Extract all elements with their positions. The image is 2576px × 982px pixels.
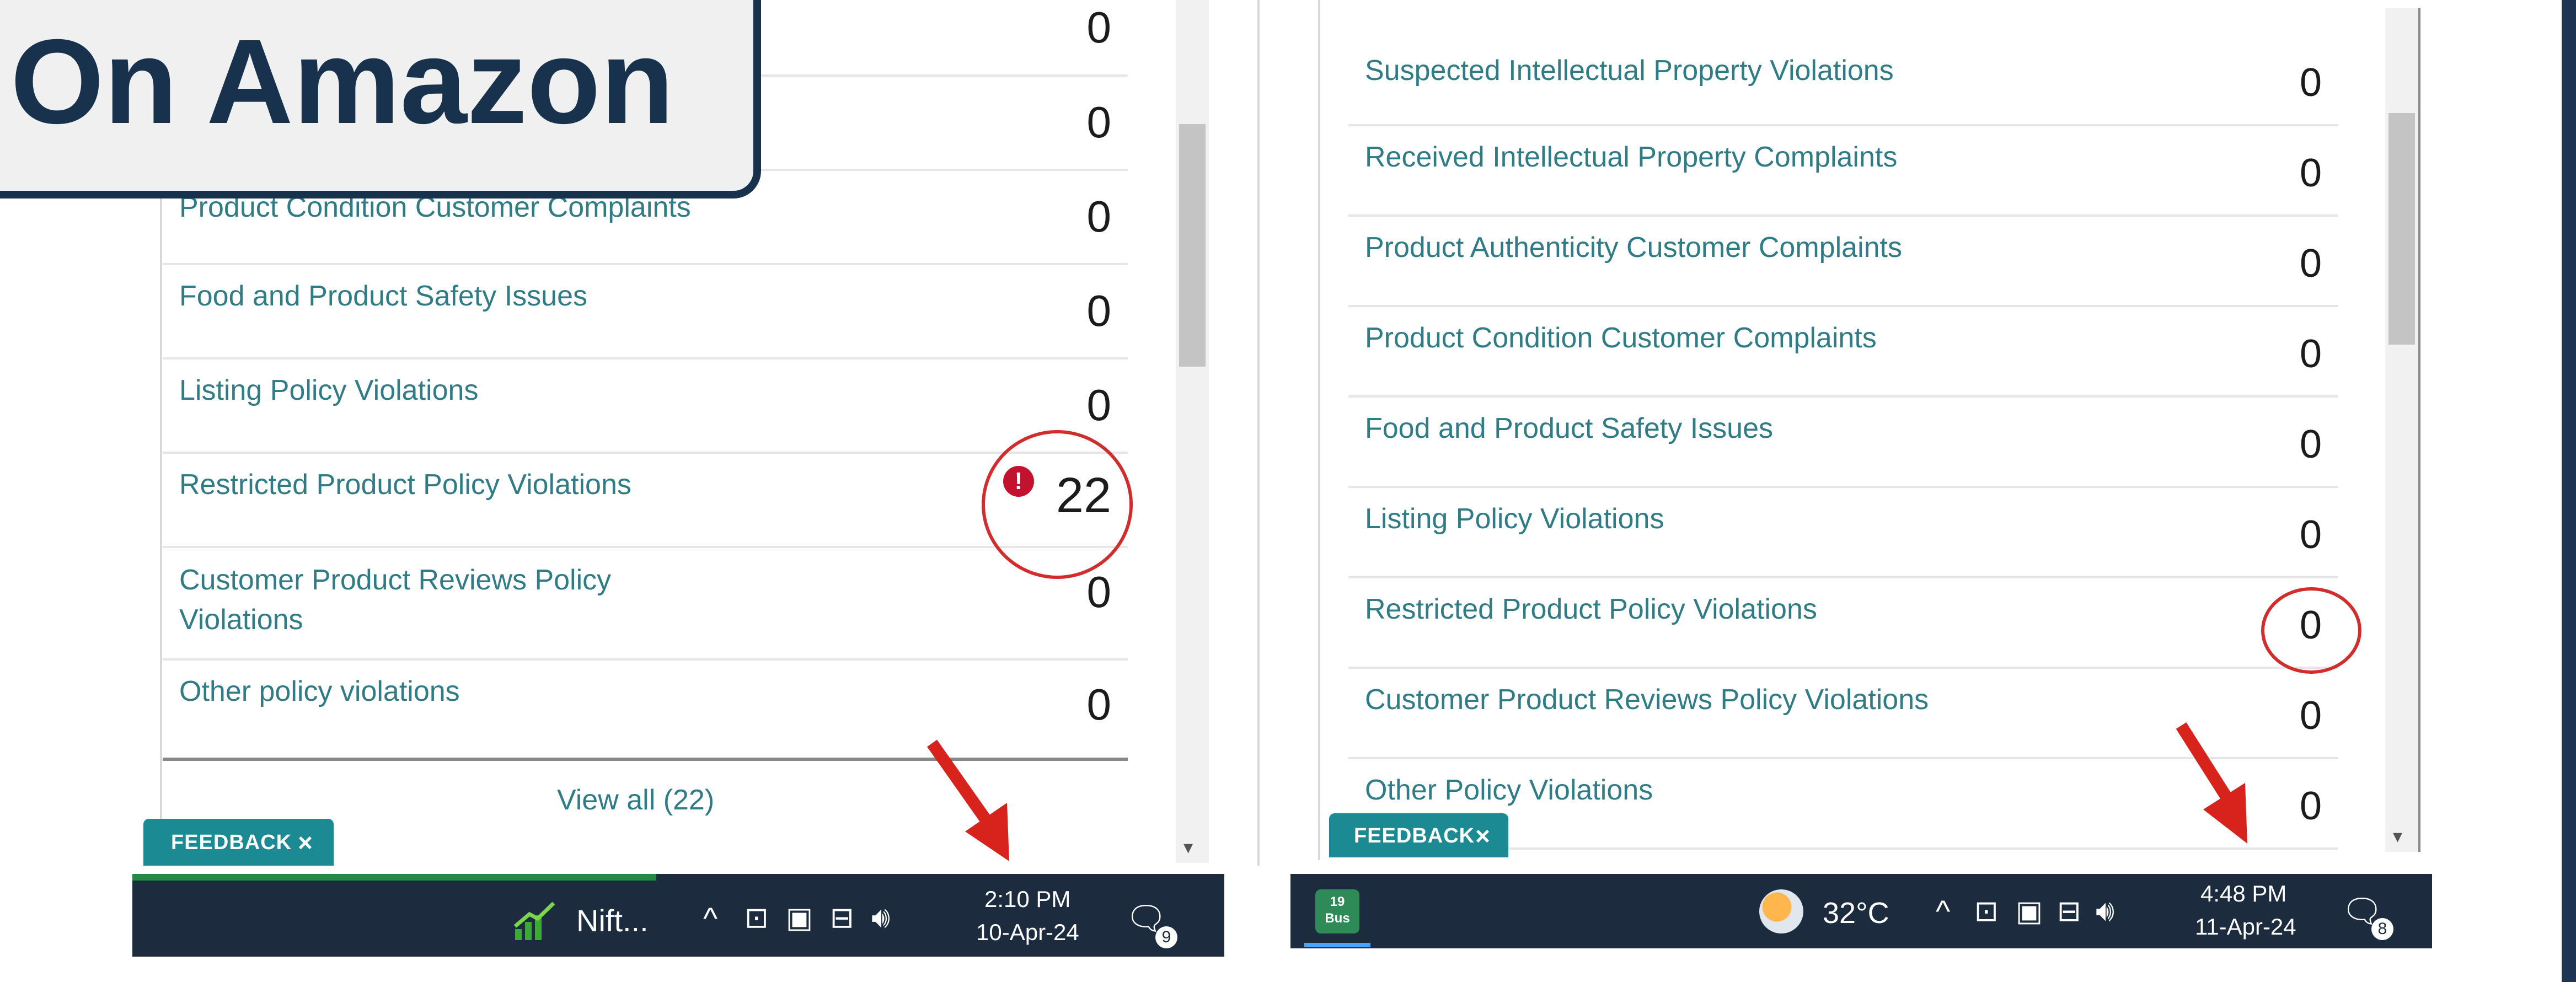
edge-accent-bar [2562, 0, 2576, 982]
row-count: 0 [1086, 680, 1112, 729]
meet-now-icon[interactable]: ⊡ [1974, 895, 1999, 928]
active-app-underline [1304, 943, 1370, 947]
row-count: 0 [1086, 380, 1112, 430]
row-label[interactable]: Food and Product Safety Issues [179, 276, 587, 316]
panel-border [1257, 0, 1260, 866]
scrollbar-thumb[interactable] [1179, 124, 1206, 367]
meet-now-icon[interactable]: ⊡ [745, 901, 769, 935]
table-row: Product Condition Customer Complaints 0 [1348, 307, 2338, 398]
table-row: Suspected Intellectual Property Violatio… [1348, 0, 2338, 126]
row-label[interactable]: Other policy violations [179, 672, 460, 711]
clock-date[interactable]: 11-Apr-24 [2195, 914, 2296, 940]
table-row: Restricted Product Policy Violations 0 [1348, 578, 2338, 669]
feedback-label: FEEDBACK [1354, 824, 1475, 847]
row-count: 0 [2299, 513, 2322, 557]
row-count: 0 [1086, 3, 1112, 52]
clock-time[interactable]: 2:10 PM [984, 886, 1070, 913]
highlight-circle [2261, 587, 2361, 674]
scrollbar[interactable]: ▾ [2385, 8, 2420, 852]
panel-border [1318, 0, 1320, 860]
row-label[interactable]: Received Intellectual Property Complaint… [1365, 137, 1897, 177]
feedback-label: FEEDBACK [171, 831, 292, 854]
notification-count: 9 [1155, 926, 1177, 948]
row-count: 0 [2299, 151, 2322, 195]
weather-icon[interactable] [1759, 889, 1803, 933]
windows-taskbar: Nift... ^ ⊡ ▣ ⊟ 🔊︎ 2:10 PM 10-Apr-24 🗨︎ … [132, 874, 1224, 957]
row-label[interactable]: Restricted Product Policy Violations [179, 465, 631, 505]
clock-date[interactable]: 10-Apr-24 [976, 919, 1079, 946]
row-count: 0 [1086, 286, 1112, 335]
row-count: 0 [2299, 61, 2322, 105]
row-label[interactable]: Suspected Intellectual Property Violatio… [1365, 51, 1894, 90]
bus-app-icon[interactable]: 19 Bus [1315, 889, 1359, 933]
table-row: Food and Product Safety Issues 0 [1348, 398, 2338, 488]
row-label[interactable]: Customer Product Reviews Policy Violatio… [179, 560, 676, 640]
scroll-down-icon[interactable]: ▾ [1183, 838, 1193, 857]
row-label[interactable]: Listing Policy Violations [1365, 499, 1664, 539]
volume-icon[interactable]: 🔊︎ [2096, 894, 2114, 929]
scroll-down-icon[interactable]: ▾ [2393, 827, 2402, 846]
scrollbar-thumb[interactable] [2388, 113, 2415, 345]
windows-taskbar: 19 Bus 32°C ^ ⊡ ▣ ⊟ 🔊︎ 4:48 PM 11-Apr-24… [1290, 874, 2432, 948]
progress-strip [132, 874, 656, 881]
row-label[interactable]: Product Condition Customer Complaints [1365, 318, 1877, 358]
row-label[interactable]: Listing Policy Violations [179, 371, 478, 410]
close-icon[interactable]: × [1475, 821, 1491, 851]
row-label[interactable]: Product Authenticity Customer Complaints [1365, 228, 1902, 267]
table-row: Product Authenticity Customer Complaints… [1348, 217, 2338, 307]
row-label[interactable]: Restricted Product Policy Violations [1365, 589, 1817, 629]
table-row: Customer Product Reviews Policy Violatio… [163, 548, 1128, 661]
red-arrow-icon [2176, 722, 2247, 844]
network-icon[interactable]: ⊟ [2057, 895, 2081, 928]
page-title: On Amazon [10, 15, 674, 149]
weather-temperature[interactable]: 32°C [1823, 896, 1889, 930]
row-label[interactable]: Food and Product Safety Issues [1365, 409, 1773, 448]
display-icon[interactable]: ▣ [786, 901, 813, 935]
stock-chart-icon[interactable] [513, 899, 557, 943]
view-all-link[interactable]: View all (22) [557, 780, 714, 820]
notification-count: 8 [2371, 918, 2393, 940]
table-row: Listing Policy Violations 0 [1348, 488, 2338, 578]
taskbar-app-label[interactable]: Nift... [576, 903, 649, 938]
highlight-circle [982, 430, 1133, 579]
feedback-tab[interactable]: FEEDBACK × [143, 819, 334, 866]
volume-icon[interactable]: 🔊︎ [871, 900, 890, 935]
scrollbar[interactable]: ▾ [1176, 0, 1209, 863]
feedback-tab[interactable]: FEEDBACK × [1329, 813, 1508, 857]
red-arrow-icon [927, 739, 1009, 861]
title-overlay-box: On Amazon [0, 0, 761, 198]
chevron-up-icon[interactable]: ^ [703, 900, 717, 936]
row-count: 0 [2299, 422, 2322, 466]
table-row: Listing Policy Violations 0 [163, 359, 1128, 454]
row-count: 0 [2299, 332, 2322, 376]
row-count: 0 [1086, 98, 1112, 147]
display-icon[interactable]: ▣ [2016, 895, 2043, 928]
table-row: Food and Product Safety Issues 0 [163, 265, 1128, 359]
chevron-up-icon[interactable]: ^ [1936, 893, 1950, 929]
network-icon[interactable]: ⊟ [830, 901, 854, 935]
row-label[interactable]: Other Policy Violations [1365, 770, 1653, 810]
clock-time[interactable]: 4:48 PM [2200, 881, 2286, 907]
table-row: Received Intellectual Property Complaint… [1348, 126, 2338, 217]
row-count: 0 [2299, 242, 2322, 286]
row-count: 0 [1086, 192, 1112, 241]
close-icon[interactable]: × [298, 828, 313, 857]
row-label[interactable]: Customer Product Reviews Policy Violatio… [1365, 680, 1929, 720]
row-count: 0 [1086, 567, 1112, 616]
